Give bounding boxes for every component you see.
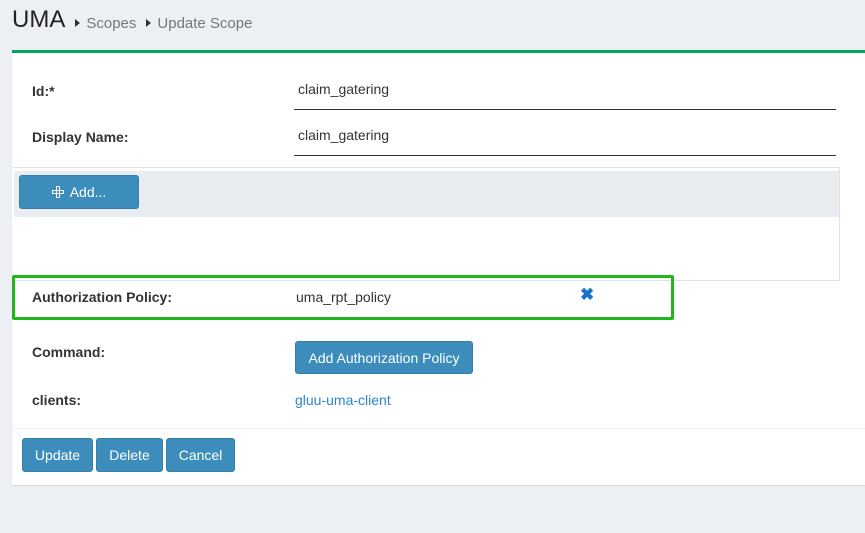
id-field[interactable]: claim_gatering — [294, 81, 836, 110]
breadcrumb-update-scope: Update Scope — [146, 15, 252, 32]
add-button-label: Add... — [69, 184, 107, 200]
command-label: Command: — [32, 344, 106, 360]
id-label: Id:* — [32, 83, 55, 99]
page-header: UMA Scopes Update Scope — [12, 6, 262, 42]
breadcrumb-scopes[interactable]: Scopes — [75, 15, 136, 32]
authorization-policy-label: Authorization Policy: — [32, 289, 172, 305]
caret-right-icon — [75, 19, 81, 27]
cancel-button[interactable]: Cancel — [166, 438, 235, 472]
breadcrumb-scopes-label: Scopes — [86, 14, 137, 32]
display-name-field[interactable]: claim_gatering — [294, 127, 836, 156]
plus-icon — [51, 186, 64, 198]
display-name-label: Display Name: — [32, 129, 129, 145]
add-authorization-policy-button[interactable]: Add Authorization Policy — [295, 341, 473, 374]
add-button[interactable]: Add... — [19, 175, 139, 209]
page-title: UMA — [12, 6, 66, 33]
remove-icon[interactable]: ✖ — [580, 285, 594, 305]
breadcrumb-update-scope-label: Update Scope — [157, 14, 253, 32]
caret-right-icon — [146, 19, 152, 27]
delete-button[interactable]: Delete — [96, 438, 163, 472]
client-link[interactable]: gluu-uma-client — [295, 392, 391, 408]
authorization-policy-value: uma_rpt_policy — [296, 289, 391, 305]
clients-label: clients: — [32, 392, 82, 408]
footer-divider — [12, 428, 865, 429]
update-button[interactable]: Update — [22, 438, 93, 472]
scope-form-panel: Id:* claim_gatering Display Name: claim_… — [12, 50, 865, 485]
